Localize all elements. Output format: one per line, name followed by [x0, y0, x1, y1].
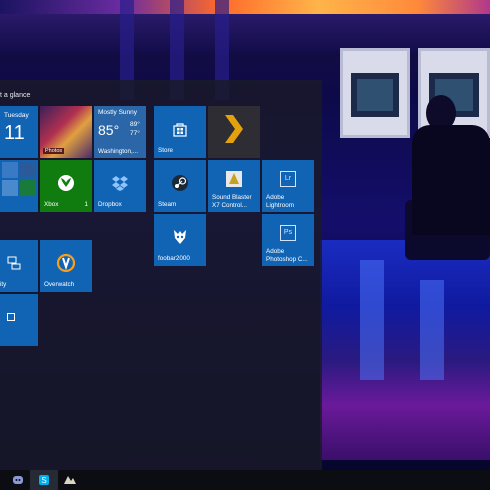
steam-label: Steam	[158, 200, 177, 208]
foobar2000-icon	[174, 229, 186, 244]
weather-city: Washington,...	[98, 148, 139, 155]
lightroom-label-line2: Lightroom	[266, 201, 295, 209]
overwatch-tile[interactable]: Overwatch	[40, 240, 92, 292]
calendar-day: Tuesday	[4, 112, 29, 119]
discord-icon	[13, 476, 23, 484]
arcade-machine	[340, 48, 410, 138]
weather-high: 89°	[130, 121, 140, 128]
xbox-icon	[58, 174, 74, 191]
plex-chevron-icon	[225, 114, 243, 143]
foobar2000-label: foobar2000	[158, 254, 190, 262]
store-tile[interactable]: Store	[154, 106, 206, 158]
floor-reflection	[360, 260, 384, 380]
steam-icon	[172, 174, 188, 191]
photos-tile[interactable]: Photos	[40, 106, 92, 158]
xbox-tile[interactable]: Xbox 1	[40, 160, 92, 212]
taskbar-skype[interactable]: S	[30, 470, 58, 490]
lightroom-tile[interactable]: Lr Adobe Lightroom	[262, 160, 314, 212]
skype-icon: S	[39, 475, 49, 485]
photoshop-tile[interactable]: Ps Adobe Photoshop C...	[262, 214, 314, 266]
weather-low: 77°	[130, 130, 140, 137]
steam-tile[interactable]: Steam	[154, 160, 206, 212]
sound-blaster-label-line2: X7 Control...	[212, 201, 247, 209]
calendar-date: 11	[4, 122, 25, 144]
sound-blaster-tile[interactable]: Sound Blaster X7 Control...	[208, 160, 260, 212]
floor	[320, 240, 490, 460]
floor-reflection	[420, 280, 444, 380]
lightroom-label: Adobe Lightroom	[266, 194, 294, 209]
xbox-label: Xbox	[44, 200, 59, 208]
games-mini-tile	[2, 162, 18, 178]
taskbar-app[interactable]	[56, 470, 84, 490]
dropbox-label: Dropbox	[98, 200, 122, 208]
dropbox-icon	[112, 175, 128, 191]
games-folder-tile[interactable]	[0, 160, 38, 212]
dropbox-tile[interactable]: Dropbox	[94, 160, 146, 212]
ceiling	[0, 14, 490, 54]
foobar2000-tile[interactable]: foobar2000	[154, 214, 206, 266]
overwatch-label: Overwatch	[44, 280, 75, 288]
games-mini-tile	[20, 162, 36, 178]
start-menu: t a glance Tuesday 11 Photos Mostly Sunn…	[0, 80, 322, 470]
lightroom-label-line1: Adobe	[266, 194, 285, 201]
xbox-badge-count: 1	[84, 201, 88, 208]
accessibility-tile[interactable]: ity	[0, 240, 38, 292]
weather-tile[interactable]: Mostly Sunny 85° 89° 77° Washington,...	[94, 106, 146, 158]
weather-condition: Mostly Sunny	[98, 109, 138, 116]
photoshop-label-line2: Photoshop C...	[266, 255, 308, 263]
sound-blaster-icon	[226, 170, 242, 187]
svg-text:S: S	[41, 476, 46, 485]
weather-temp: 85°	[98, 122, 120, 138]
lightroom-icon: Lr	[280, 170, 296, 187]
taskbar-discord[interactable]	[4, 470, 32, 490]
store-icon	[173, 123, 187, 137]
photoshop-label-line1: Adobe	[266, 248, 285, 255]
tile-group-label: t a glance	[0, 92, 31, 99]
accessibility-label: ity	[0, 280, 7, 288]
overwatch-icon	[56, 253, 76, 272]
plex-tile[interactable]	[208, 106, 260, 158]
calendar-tile[interactable]: Tuesday 11	[0, 106, 38, 158]
neon-strip	[0, 0, 490, 14]
sound-blaster-label-line1: Sound Blaster	[212, 194, 252, 201]
app-icon	[64, 476, 76, 484]
app-tile[interactable]	[0, 294, 38, 346]
taskbar: S	[0, 470, 490, 490]
photoshop-label: Adobe Photoshop C...	[266, 248, 308, 263]
app-icon	[7, 312, 15, 321]
store-label: Store	[158, 146, 174, 154]
photos-badge: Photos	[43, 148, 65, 154]
person-silhouette	[412, 95, 490, 245]
games-mini-tile	[2, 180, 18, 196]
network-icon	[7, 256, 21, 270]
photoshop-icon: Ps	[280, 224, 296, 241]
games-mini-tile	[20, 180, 36, 196]
sound-blaster-label: Sound Blaster X7 Control...	[212, 194, 252, 209]
